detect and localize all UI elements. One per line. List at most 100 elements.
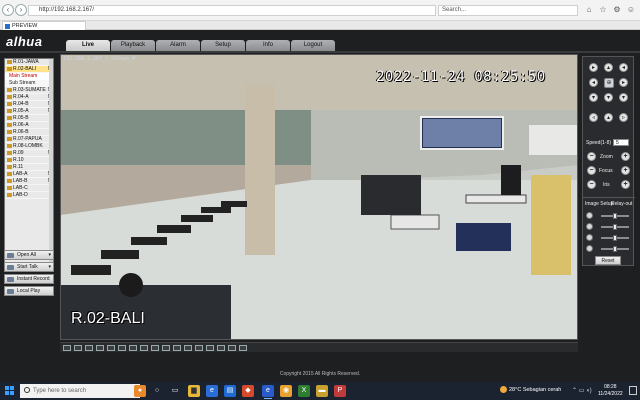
ptz-center-icon[interactable]: ⊕	[604, 78, 614, 88]
contrast-slider[interactable]	[601, 224, 629, 230]
ptz-up-icon[interactable]: ▴	[604, 63, 613, 72]
split-9-icon[interactable]	[96, 345, 104, 351]
fullscreen-icon[interactable]	[63, 345, 71, 351]
ptz-down-left-icon[interactable]: ▾	[589, 93, 598, 102]
channel-item[interactable]: R.04-BM	[5, 101, 53, 108]
ie-browser-icon[interactable]: e	[262, 385, 274, 399]
smiley-icon[interactable]: ☺	[626, 5, 636, 15]
sub-stream-option[interactable]: Sub Stream	[5, 80, 53, 87]
hue-slider[interactable]	[601, 246, 629, 252]
chrome-icon[interactable]: ◉	[280, 385, 292, 397]
layout-i-icon[interactable]	[228, 345, 236, 351]
saturation-slider-knob[interactable]	[613, 235, 617, 241]
ptz-down-right-icon[interactable]: ▾	[619, 93, 628, 102]
nav-playback[interactable]: Playback	[111, 40, 155, 51]
channel-item[interactable]: R.09M	[5, 150, 53, 157]
taskbar-search[interactable]: Type here to search	[20, 384, 140, 398]
channel-item[interactable]: LAB-D	[5, 192, 53, 199]
home-icon[interactable]: ⌂	[584, 5, 594, 15]
split-36-icon[interactable]	[129, 345, 137, 351]
powerpoint-icon[interactable]: P	[334, 385, 346, 397]
main-stream-option[interactable]: Main Stream	[5, 73, 53, 80]
browser-tab[interactable]: PREVIEW	[2, 21, 86, 30]
iris-close-icon[interactable]: −	[587, 180, 596, 189]
back-icon[interactable]: ‹	[2, 4, 14, 16]
channel-item[interactable]: R.06-B	[5, 129, 53, 136]
hue-slider-knob[interactable]	[613, 246, 617, 252]
split-25-icon[interactable]	[118, 345, 126, 351]
layout-j-icon[interactable]	[239, 345, 247, 351]
ptz-scan-icon[interactable]: ▹	[619, 113, 628, 122]
channel-item[interactable]: R.02-BALIM	[5, 66, 53, 73]
task-view-icon[interactable]: ▭	[169, 385, 181, 397]
folder-icon[interactable]: ▬	[316, 385, 328, 397]
tab-image-setup[interactable]: Image Setup	[585, 201, 613, 207]
weather-widget[interactable]: 28°C Sebagian cerah	[500, 386, 561, 393]
layout-a-icon[interactable]	[140, 345, 148, 351]
settings-icon[interactable]: ⚙	[612, 5, 622, 15]
url-field[interactable]: http://192.168.2.167/	[28, 5, 436, 16]
layout-c-icon[interactable]	[162, 345, 170, 351]
taskbar-clock[interactable]: 08:28 11/24/2022	[598, 384, 623, 398]
office-icon[interactable]: ◆	[242, 385, 254, 397]
channel-item[interactable]: R.11	[5, 164, 53, 171]
forward-icon[interactable]: ›	[15, 4, 27, 16]
chevron-down-icon[interactable]: ▾	[48, 251, 51, 260]
channel-list-scrollbar[interactable]	[49, 59, 53, 265]
layout-f-icon[interactable]	[195, 345, 203, 351]
layout-d-icon[interactable]	[173, 345, 181, 351]
nav-live[interactable]: Live	[66, 40, 110, 51]
chevron-down-icon[interactable]: ▾	[48, 263, 51, 272]
nav-alarm[interactable]: Alarm	[156, 40, 200, 51]
split-16-icon[interactable]	[107, 345, 115, 351]
channel-item[interactable]: R.05-B	[5, 115, 53, 122]
focus-in-icon[interactable]: +	[621, 166, 630, 175]
orange-app-icon[interactable]: ●	[134, 385, 146, 397]
edge-icon[interactable]: e	[206, 385, 218, 397]
channel-item[interactable]: R.08-LOMBK	[5, 143, 53, 150]
brightness-slider[interactable]	[601, 213, 629, 219]
start-talk-button[interactable]: Start Talk ▾	[4, 262, 54, 272]
iris-open-icon[interactable]: +	[621, 180, 630, 189]
layout-e-icon[interactable]	[184, 345, 192, 351]
channel-item[interactable]: R.10	[5, 157, 53, 164]
file-explorer-icon[interactable]: ▆	[188, 385, 200, 397]
channel-item[interactable]: R.04-AM	[5, 94, 53, 101]
instant-record-button[interactable]: Instant Record	[4, 274, 54, 284]
reset-button[interactable]: Reset	[595, 256, 621, 265]
windows-start-icon[interactable]	[5, 386, 15, 396]
ptz-preset-icon[interactable]: ◃	[589, 113, 598, 122]
speed-select[interactable]: 5	[613, 139, 629, 146]
ptz-left-icon[interactable]: ◂	[589, 78, 598, 87]
brightness-slider-knob[interactable]	[613, 213, 617, 219]
zoom-in-icon[interactable]: +	[621, 152, 630, 161]
layout-g-icon[interactable]	[206, 345, 214, 351]
notification-icon[interactable]	[629, 386, 637, 395]
ptz-up-left-icon[interactable]: ▸	[589, 63, 598, 72]
star-icon[interactable]: ☆	[598, 5, 608, 15]
contrast-slider-knob[interactable]	[613, 224, 617, 230]
zoom-out-icon[interactable]: −	[587, 152, 596, 161]
channel-item[interactable]: R.05-AM	[5, 108, 53, 115]
local-play-button[interactable]: Local Play	[4, 286, 54, 296]
channel-item[interactable]: R.03-SUMATEM	[5, 87, 53, 94]
channel-item[interactable]: LAB-C	[5, 185, 53, 192]
layout-b-icon[interactable]	[151, 345, 159, 351]
cortana-icon[interactable]: ○	[151, 385, 163, 397]
split-1-icon[interactable]	[74, 345, 82, 351]
focus-out-icon[interactable]: −	[587, 166, 596, 175]
ptz-up-right-icon[interactable]: ◂	[619, 63, 628, 72]
saturation-slider[interactable]	[601, 235, 629, 241]
channel-item[interactable]: R.01-JAWA	[5, 59, 53, 66]
open-all-button[interactable]: Open All ▾	[4, 250, 54, 260]
channel-item[interactable]: R.07-PAPUA	[5, 136, 53, 143]
store-icon[interactable]: ▤	[224, 385, 236, 397]
system-tray-icons[interactable]: ⌃ ▭ ◖)	[572, 387, 592, 394]
layout-h-icon[interactable]	[217, 345, 225, 351]
channel-item[interactable]: LAB-BM	[5, 178, 53, 185]
tab-relay-out[interactable]: Relay-out	[611, 201, 632, 207]
live-video-view[interactable]: 192.168.2.167_2_91Kbps_M 2022-11-24 08:2…	[60, 54, 578, 340]
ptz-down-icon[interactable]: ▾	[604, 93, 613, 102]
nav-logout[interactable]: Logout	[291, 40, 335, 51]
ptz-right-icon[interactable]: ▸	[619, 78, 628, 87]
